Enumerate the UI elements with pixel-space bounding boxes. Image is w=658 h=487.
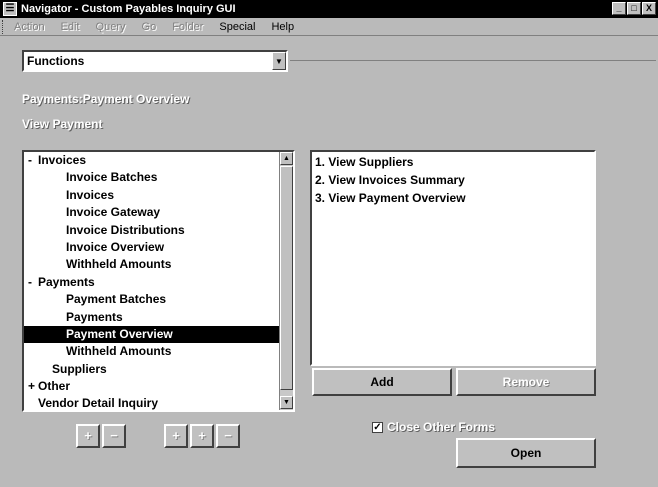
title-bar: ☰ Navigator - Custom Payables Inquiry GU… [0,0,658,18]
app-icon[interactable]: ☰ [3,2,17,16]
collapse-all-icon[interactable]: − [216,424,240,448]
tree-toggle-icon[interactable]: - [28,274,38,291]
tree-item[interactable]: - Invoices [24,152,279,169]
tree-item-label: Other [38,379,71,394]
functions-dropdown[interactable]: Functions ▼ [22,50,288,72]
tree-item-label: Vendor Detail Inquiry [38,396,159,410]
menu-go[interactable]: Go [142,21,157,33]
remove-button[interactable]: Remove [456,368,596,396]
menu-bar: Action Edit Query Go Folder Special Help [0,18,658,36]
menu-folder[interactable]: Folder [172,21,203,33]
tree-item[interactable]: Invoices [24,187,279,204]
collapse-icon[interactable]: − [102,424,126,448]
tree-item[interactable]: Withheld Amounts [24,256,279,273]
tree-item[interactable]: Payments [24,309,279,326]
tree-item-label: Withheld Amounts [66,344,172,359]
tree-item-label: Invoices [38,153,87,167]
close-other-forms-row[interactable]: ✓ Close Other Forms [372,420,495,434]
tree-toggle-icon[interactable]: + [28,378,38,395]
expand-all-icon[interactable]: + [190,424,214,448]
tree-scrollbar[interactable]: ▲ ▼ [279,152,293,410]
tree-item[interactable]: + Other [24,378,279,395]
tree-item[interactable]: Payment Batches [24,291,279,308]
navigator-window: ☰ Navigator - Custom Payables Inquiry GU… [0,0,658,487]
tree-toggle-icon[interactable]: - [28,152,38,169]
close-other-forms-label: Close Other Forms [387,420,496,434]
menu-special[interactable]: Special [219,21,255,33]
tree-item[interactable]: Withheld Amounts [24,343,279,360]
add-button[interactable]: Add [312,368,452,396]
tree-item[interactable]: Invoice Distributions [24,222,279,239]
tree-item-label: Invoices [66,187,115,202]
scroll-up-icon[interactable]: ▲ [280,152,293,165]
tree-item-label: Payments [66,309,123,324]
tree-items: - Invoices Invoice Batches Invoices Invoice … [24,152,279,410]
close-other-forms-checkbox[interactable]: ✓ [372,421,383,433]
tree-item[interactable]: Invoice Overview [24,239,279,256]
tree-item-label: Invoice Overview [66,239,165,254]
open-button[interactable]: Open [456,438,596,468]
scroll-thumb[interactable] [280,166,293,390]
maximize-button[interactable]: □ [627,2,641,15]
tree-item-label: Payment Batches [66,292,167,307]
document-list[interactable]: 1. View Suppliers 2. View Invoices Summa… [310,150,596,366]
divider [290,60,656,61]
close-button[interactable]: X [642,2,656,15]
menu-help[interactable]: Help [271,21,294,33]
window-title: Navigator - Custom Payables Inquiry GUI [21,3,236,15]
tree-item[interactable]: Invoice Batches [24,169,279,186]
function-path: Payments:Payment Overview [22,92,190,106]
tree-item[interactable]: Suppliers [24,361,279,378]
menu-edit[interactable]: Edit [61,21,80,33]
window-controls: _ □ X [612,2,656,15]
tree-item[interactable]: Vendor Detail Inquiry [24,395,279,410]
tree-item-label: Payment Overview [66,326,173,341]
tree-item-label: Withheld Amounts [66,257,172,272]
tree-item-label: Suppliers [52,361,107,376]
tree-item-label: Invoice Distributions [66,222,185,237]
minimize-button[interactable]: _ [612,2,626,15]
function-tree[interactable]: - Invoices Invoice Batches Invoices Invoice … [22,150,295,412]
scroll-down-icon[interactable]: ▼ [280,396,293,409]
tree-item[interactable]: - Payments [24,274,279,291]
tree-item-label: Invoice Gateway [66,205,161,220]
menu-query[interactable]: Query [96,21,126,33]
menu-action[interactable]: Action [14,21,45,33]
tree-item-label: Payments [38,274,95,289]
tree-item-label: Invoice Batches [66,170,158,185]
functions-dropdown-value: Functions [27,54,85,68]
document-list-item[interactable]: 3. View Payment Overview [315,189,591,207]
chevron-down-icon[interactable]: ▼ [272,52,286,70]
tree-item[interactable]: Invoice Gateway [24,204,279,221]
document-list-item[interactable]: 1. View Suppliers [315,153,591,171]
expand-branch-icon[interactable]: + [164,424,188,448]
menu-grip [2,20,5,34]
document-list-item[interactable]: 2. View Invoices Summary [315,171,591,189]
tree-item[interactable]: Payment Overview [24,325,279,344]
function-subtitle: View Payment [22,117,103,131]
expand-icon[interactable]: + [76,424,100,448]
